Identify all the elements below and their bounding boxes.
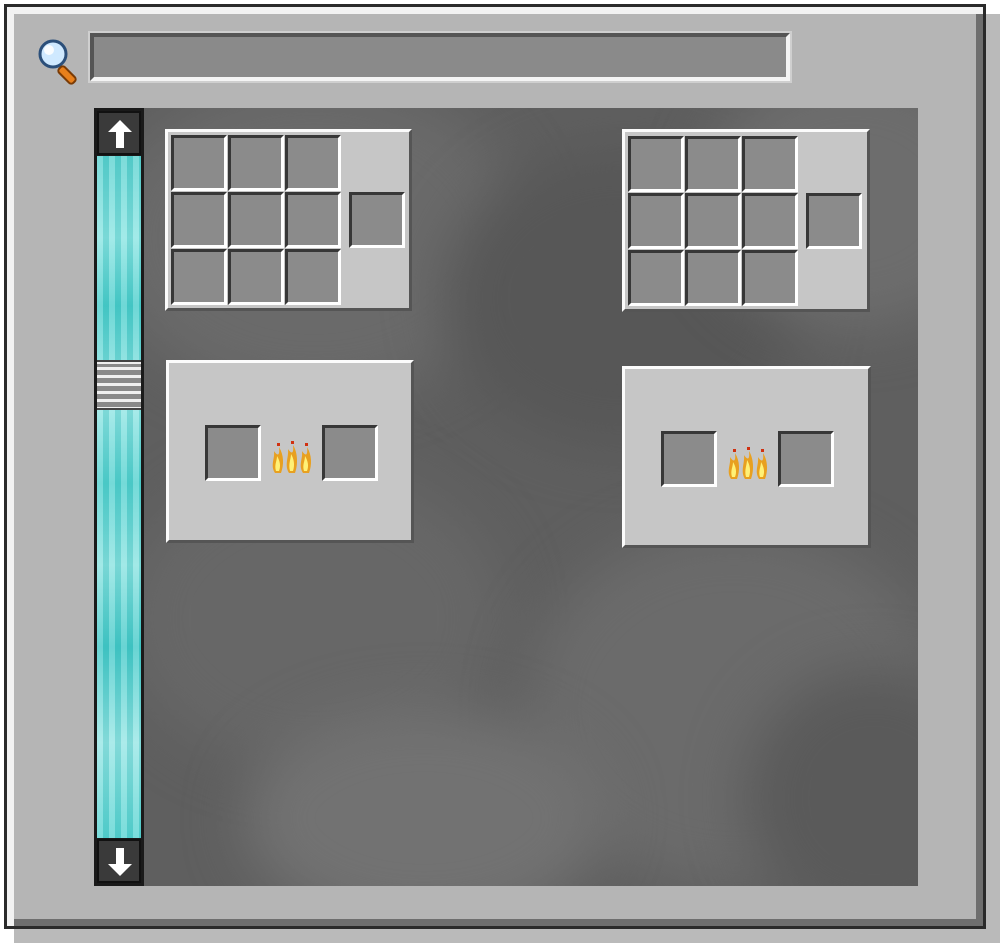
- search-field[interactable]: [88, 31, 792, 83]
- crafting-slot[interactable]: [171, 135, 227, 191]
- crafting-slot[interactable]: [628, 193, 684, 249]
- crafting-slot[interactable]: [685, 193, 741, 249]
- crafting-slot[interactable]: [228, 135, 284, 191]
- crafting-slot[interactable]: [742, 136, 798, 192]
- arrow-down-icon: [108, 848, 132, 876]
- crafting-slot[interactable]: [228, 249, 284, 305]
- scroll-thumb[interactable]: [97, 360, 141, 410]
- scroll-up-button[interactable]: [97, 111, 141, 155]
- smelting-output-slot[interactable]: [322, 425, 378, 481]
- crafting-output-slot[interactable]: [349, 192, 405, 248]
- crafting-slot[interactable]: [685, 136, 741, 192]
- arrow-up-icon: [108, 120, 132, 148]
- flame-icon: [728, 447, 768, 479]
- magnifier-icon[interactable]: [34, 36, 84, 86]
- recipe-scrollbar[interactable]: [94, 108, 144, 886]
- crafting-slot[interactable]: [628, 136, 684, 192]
- scroll-down-button[interactable]: [97, 839, 141, 883]
- crafting-slot[interactable]: [171, 192, 227, 248]
- crafting-slot[interactable]: [742, 193, 798, 249]
- search-input[interactable]: [94, 37, 786, 77]
- scroll-track[interactable]: [97, 156, 141, 838]
- smelting-input-slot[interactable]: [205, 425, 261, 481]
- crafting-slot[interactable]: [685, 250, 741, 306]
- crafting-slot[interactable]: [628, 250, 684, 306]
- smelting-recipe-panel: [166, 360, 414, 543]
- smelting-recipe-panel: [622, 366, 871, 548]
- smelting-output-slot[interactable]: [778, 431, 834, 487]
- crafting-slot[interactable]: [285, 249, 341, 305]
- crafting-slot[interactable]: [742, 250, 798, 306]
- crafting-recipe-panel: [622, 129, 870, 312]
- flame-icon: [272, 441, 312, 473]
- crafting-output-slot[interactable]: [806, 193, 862, 249]
- crafting-slot[interactable]: [228, 192, 284, 248]
- crafting-recipe-panel: [165, 129, 412, 311]
- crafting-slot[interactable]: [171, 249, 227, 305]
- smelting-input-slot[interactable]: [661, 431, 717, 487]
- crafting-slot[interactable]: [285, 192, 341, 248]
- crafting-slot[interactable]: [285, 135, 341, 191]
